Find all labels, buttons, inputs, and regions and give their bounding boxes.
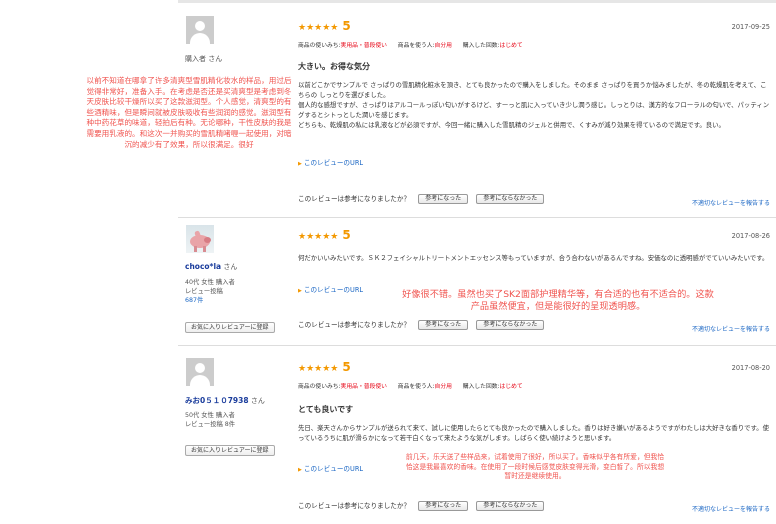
review-body: 以前どこかでサンプルで さっぱりの雪肌精化粧水を頂き、とても良かったので購入をし… — [298, 81, 770, 129]
translation-note: 以前不知道在哪拿了许多清爽型雪肌精化妆水的样品，用过后觉得非常好，准备入手。在考… — [86, 76, 292, 149]
rating-score: 5 — [342, 19, 351, 33]
review-card: choco*la さん 40代 女性 購入者 レビュー投稿 687件 お気に入り… — [178, 218, 776, 346]
rating: ★★★★★ 5 — [298, 19, 351, 33]
avatar — [186, 16, 214, 44]
reviewer-name[interactable]: みお0５１０7938 さん — [185, 395, 265, 406]
helpful-no-button[interactable]: 参考にならなかった — [476, 320, 545, 330]
star-rating-icon: ★★★★★ — [298, 23, 339, 33]
review-date: 2017-08-20 — [731, 364, 770, 372]
triangle-bullet-icon: ▶ — [298, 161, 302, 167]
translation-note: 好像很不错。虽然也买了SK2面部护理精华等，有合适的也有不适合的。这款产品虽然便… — [402, 289, 714, 312]
review-tags: 商品の使いみち:実用品・普段使い 商品を使う人:自分用 購入した回数:はじめて — [298, 43, 523, 49]
helpful-row: このレビューは参考になりましたか？ 参考になった 参考にならなかった — [298, 319, 545, 330]
top-divider — [178, 0, 776, 6]
helpful-yes-button[interactable]: 参考になった — [418, 320, 469, 330]
triangle-bullet-icon: ▶ — [298, 288, 302, 294]
review-card: みお0５１０7938 さん 50代 女性 購入者 レビュー投稿 8件 お気に入り… — [178, 346, 776, 524]
review-body: 先日、楽天さんからサンプルが送られて来て、試しに使用したらとても良かったので購入… — [298, 424, 770, 442]
star-rating-icon: ★★★★★ — [298, 232, 339, 242]
review-body: 何だかいいみたいです。ＳＫ２フェイシャルトリートメントエッセンス等もっていますが… — [298, 254, 769, 262]
report-link[interactable]: 不適切なレビューを報告する — [692, 504, 770, 513]
review-title: 大きい。お得な気分 — [298, 62, 370, 71]
helpful-yes-button[interactable]: 参考になった — [418, 194, 469, 204]
helpful-row: このレビューは参考になりましたか？ 参考になった 参考にならなかった — [298, 500, 545, 511]
triangle-bullet-icon: ▶ — [298, 467, 302, 473]
reviewer-meta: 40代 女性 購入者 レビュー投稿 687件 — [185, 279, 235, 305]
helpful-yes-button[interactable]: 参考になった — [418, 501, 469, 511]
rating-score: 5 — [342, 228, 351, 242]
reviewer-name: 購入者 さん — [185, 55, 223, 63]
rating-score: 5 — [342, 360, 351, 374]
avatar — [186, 225, 214, 253]
review-count-link[interactable]: 687件 — [185, 296, 235, 305]
reviewer-meta: 50代 女性 購入者 レビュー投稿 8件 — [185, 412, 236, 428]
translation-note: 前几天，乐天送了些样品来，试着使用了很好，所以买了。香味似乎各有所爱，但我恰恰这… — [405, 453, 665, 481]
user-silhouette-icon — [195, 363, 205, 373]
star-rating-icon: ★★★★★ — [298, 364, 339, 374]
helpful-row: このレビューは参考になりましたか？ 参考になった 参考にならなかった — [298, 193, 545, 204]
rating: ★★★★★ 5 — [298, 228, 351, 242]
reviewer-name[interactable]: choco*la さん — [185, 262, 237, 272]
helpful-no-button[interactable]: 参考にならなかった — [476, 194, 545, 204]
report-link[interactable]: 不適切なレビューを報告する — [692, 324, 770, 333]
report-link[interactable]: 不適切なレビューを報告する — [692, 198, 770, 207]
avatar — [186, 358, 214, 386]
follow-reviewer-button[interactable]: お気に入りレビュアーに登録 — [185, 322, 275, 333]
review-tags: 商品の使いみち:実用品・普段使い 商品を使う人:自分用 購入した回数:はじめて — [298, 384, 523, 390]
review-date: 2017-08-26 — [731, 232, 770, 240]
review-url-link[interactable]: ▶ このレビューのURL — [298, 284, 363, 294]
review-date: 2017-09-25 — [731, 23, 770, 31]
user-silhouette-icon — [195, 21, 205, 31]
review-url-link[interactable]: ▶ このレビューのURL — [298, 157, 363, 167]
review-title: とても良いです — [298, 405, 354, 414]
rating: ★★★★★ 5 — [298, 360, 351, 374]
helpful-no-button[interactable]: 参考にならなかった — [476, 501, 545, 511]
follow-reviewer-button[interactable]: お気に入りレビュアーに登録 — [185, 445, 275, 456]
review-url-link[interactable]: ▶ このレビューのURL — [298, 463, 363, 473]
